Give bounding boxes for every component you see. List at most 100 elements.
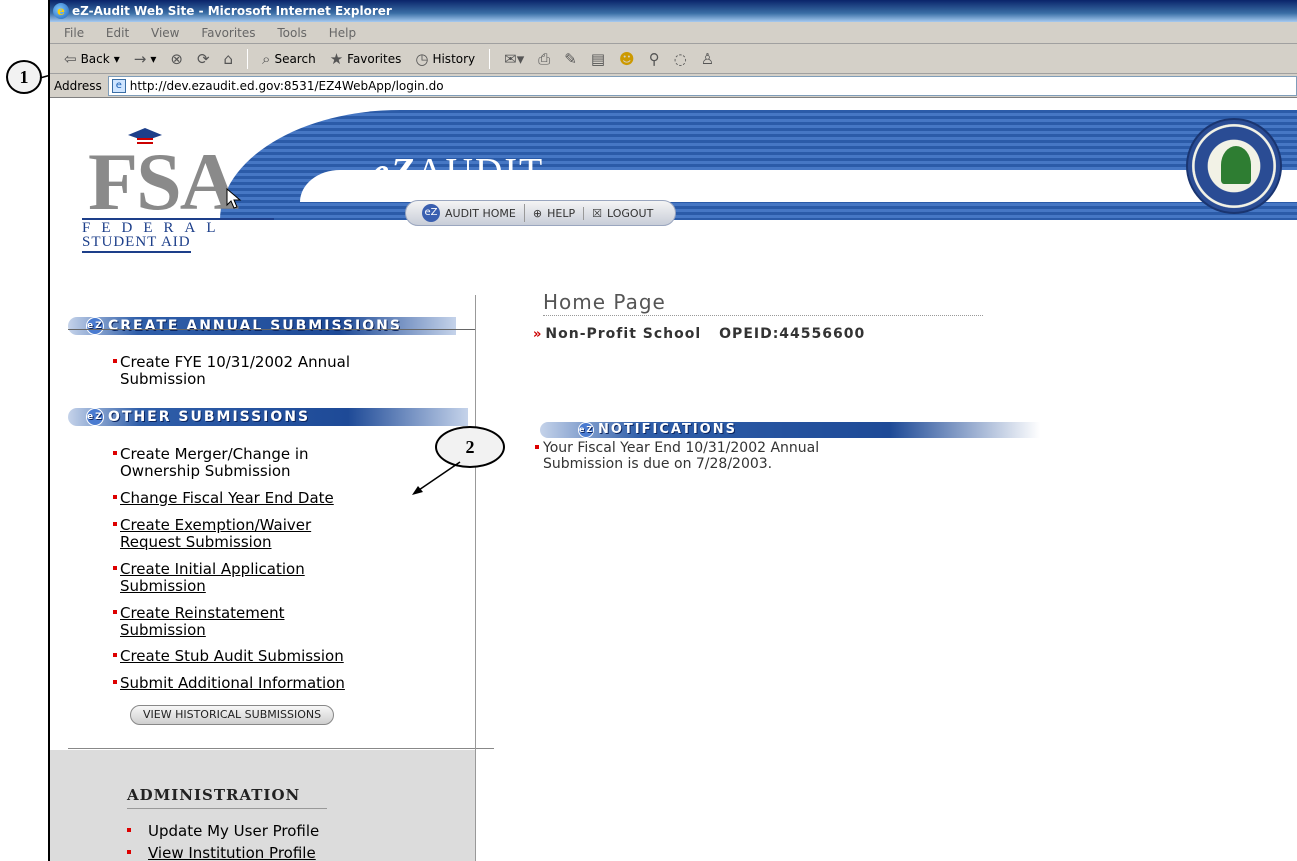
link-line1: Create Merger/Change in: [120, 445, 309, 463]
forward-button[interactable]: → ▾: [130, 44, 161, 74]
bullet: [113, 610, 117, 614]
seal-tree-icon: [1221, 146, 1251, 184]
notification-line1: Your Fiscal Year End 10/31/2002 Annual: [543, 440, 820, 456]
toolbar-separator: [247, 48, 249, 69]
view-historical-submissions-button[interactable]: VIEW HISTORICAL SUBMISSIONS: [130, 705, 335, 725]
menu-bar: File Edit View Favorites Tools Help: [50, 22, 1297, 44]
search-button[interactable]: ⌕ Search: [258, 44, 320, 74]
link-line2[interactable]: Request Submission: [120, 533, 272, 551]
other-heading-text: OTHER SUBMISSIONS: [108, 409, 311, 425]
ez-badge-icon: eZ: [86, 317, 104, 335]
other-submissions-heading: eZ OTHER SUBMISSIONS: [68, 408, 468, 426]
messenger-icon[interactable]: ☻: [615, 44, 639, 74]
create-annual-submissions-heading: eZ CREATE ANNUAL SUBMISSIONS: [68, 317, 456, 335]
link-text[interactable]: Create Stub Audit Submission: [120, 647, 344, 665]
back-label: Back: [80, 51, 110, 66]
history-button[interactable]: ◷ History: [411, 44, 479, 74]
discuss-icon[interactable]: ▤: [587, 44, 609, 74]
menu-tools[interactable]: Tools: [277, 26, 307, 40]
nav-logout-label: LOGOUT: [606, 206, 654, 220]
site-header: FSA FEDERAL STUDENT AID eZAUDIT eZ AUDIT …: [50, 100, 1297, 260]
stub-audit-link[interactable]: Create Stub Audit Submission: [113, 647, 344, 665]
nav-logout[interactable]: ☒ LOGOUT: [584, 207, 661, 220]
page-icon: e: [111, 78, 126, 93]
link-text[interactable]: Submit Additional Information: [120, 674, 345, 692]
toolbar-separator: [489, 48, 491, 69]
top-nav: eZ AUDIT HOME ⊕ HELP ☒ LOGOUT: [405, 200, 677, 226]
address-url: http://dev.ezaudit.ed.gov:8531/EZ4WebApp…: [129, 78, 444, 93]
favorites-button[interactable]: ★ Favorites: [326, 44, 406, 74]
toolbar: ⇦ Back ▾ → ▾ ⊗ ⟳ ⌂ ⌕ Search ★ Favorites ◷ Hist…: [50, 44, 1297, 74]
home-icon[interactable]: ⌂: [220, 44, 238, 74]
menu-edit[interactable]: Edit: [106, 26, 129, 40]
forward-dropdown-icon: ▾: [150, 51, 157, 66]
merger-submission-link[interactable]: Create Merger/Change in Ownership Submiss…: [113, 445, 309, 480]
chat-icon[interactable]: ◌: [670, 44, 691, 74]
screenshot-frame: 1 e eZ-Audit Web Site - Microsoft Intern…: [0, 0, 1297, 861]
initial-application-link[interactable]: Create Initial Application Submission: [113, 560, 305, 595]
bullet: [113, 653, 117, 657]
menu-file[interactable]: File: [64, 26, 84, 40]
link-line1[interactable]: Create Exemption/Waiver: [120, 516, 311, 534]
exemption-waiver-link[interactable]: Create Exemption/Waiver Request Submissio…: [113, 516, 311, 551]
user-icon[interactable]: ♙: [697, 44, 718, 74]
address-input[interactable]: e http://dev.ezaudit.ed.gov:8531/EZ4WebA…: [107, 75, 1297, 96]
menu-favorites[interactable]: Favorites: [201, 26, 255, 40]
link-line2[interactable]: Submission: [120, 577, 206, 595]
ez-audit-title: eZAUDIT: [372, 150, 544, 194]
nav-audit-home[interactable]: eZ AUDIT HOME: [414, 204, 525, 222]
link-text[interactable]: View Institution Profile: [148, 844, 316, 861]
view-institution-profile-link[interactable]: View Institution Profile: [127, 844, 316, 861]
divider: [68, 748, 494, 749]
favorites-label: Favorites: [347, 51, 402, 66]
divider: [127, 808, 327, 809]
department-of-education-seal: [1186, 118, 1282, 214]
ez-badge-icon: eZ: [578, 422, 594, 438]
menu-view[interactable]: View: [151, 26, 179, 40]
divider: [543, 315, 983, 316]
school-name: Non-Profit School: [545, 326, 702, 342]
reinstatement-link[interactable]: Create Reinstatement Submission: [113, 604, 285, 639]
title-bar: e eZ-Audit Web Site - Microsoft Internet…: [50, 0, 1297, 22]
refresh-icon[interactable]: ⟳: [193, 44, 214, 74]
address-bar: Address e http://dev.ezaudit.ed.gov:8531…: [50, 74, 1297, 98]
back-button[interactable]: ⇦ Back ▾: [60, 44, 124, 74]
notifications-heading-text: NOTIFICATIONS: [598, 422, 737, 437]
divider: [68, 329, 476, 330]
print-icon[interactable]: ⎙: [534, 44, 554, 74]
fsa-logo: FSA: [88, 136, 239, 227]
address-label: Address: [54, 78, 102, 93]
link-line2: Ownership Submission: [120, 462, 291, 480]
notification-line2: Submission is due on 7/28/2003.: [543, 456, 773, 472]
research-icon[interactable]: ⚲: [645, 44, 664, 74]
annual-submission-link[interactable]: Create FYE 10/31/2002 Annual Submission: [113, 354, 350, 388]
logo-student-aid: STUDENT AID: [82, 234, 191, 253]
bullet: [535, 445, 539, 449]
bullet: [113, 359, 117, 363]
nav-help[interactable]: ⊕ HELP: [525, 206, 585, 220]
nav-audit-home-label: AUDIT HOME: [445, 206, 516, 220]
favorites-icon: ★: [329, 49, 344, 68]
double-chevron-icon: »: [533, 327, 543, 342]
ez-prefix: eZ: [372, 151, 417, 193]
update-user-profile-link[interactable]: Update My User Profile: [127, 822, 319, 840]
link-line2[interactable]: Submission: [120, 621, 206, 639]
ie-icon: e: [53, 3, 69, 19]
link-line1[interactable]: Create Reinstatement: [120, 604, 285, 622]
notifications-heading: eZ NOTIFICATIONS: [540, 422, 1040, 438]
forward-arrow-icon: →: [133, 49, 147, 68]
bullet: [113, 522, 117, 526]
stop-icon[interactable]: ⊗: [166, 44, 187, 74]
link-line1[interactable]: Create Initial Application: [120, 560, 305, 578]
column-divider: [475, 295, 476, 861]
additional-information-link[interactable]: Submit Additional Information: [113, 674, 345, 692]
change-fiscal-year-end-link[interactable]: Change Fiscal Year End Date: [113, 489, 334, 507]
window-title: eZ-Audit Web Site - Microsoft Internet E…: [72, 4, 392, 18]
back-arrow-icon: ⇦: [64, 49, 77, 68]
administration-heading: ADMINISTRATION: [127, 786, 301, 804]
menu-help[interactable]: Help: [329, 26, 356, 40]
bullet: [113, 495, 117, 499]
edit-icon[interactable]: ✎: [560, 44, 581, 74]
link-text[interactable]: Change Fiscal Year End Date: [120, 489, 334, 507]
mail-icon[interactable]: ✉▾: [500, 44, 528, 74]
